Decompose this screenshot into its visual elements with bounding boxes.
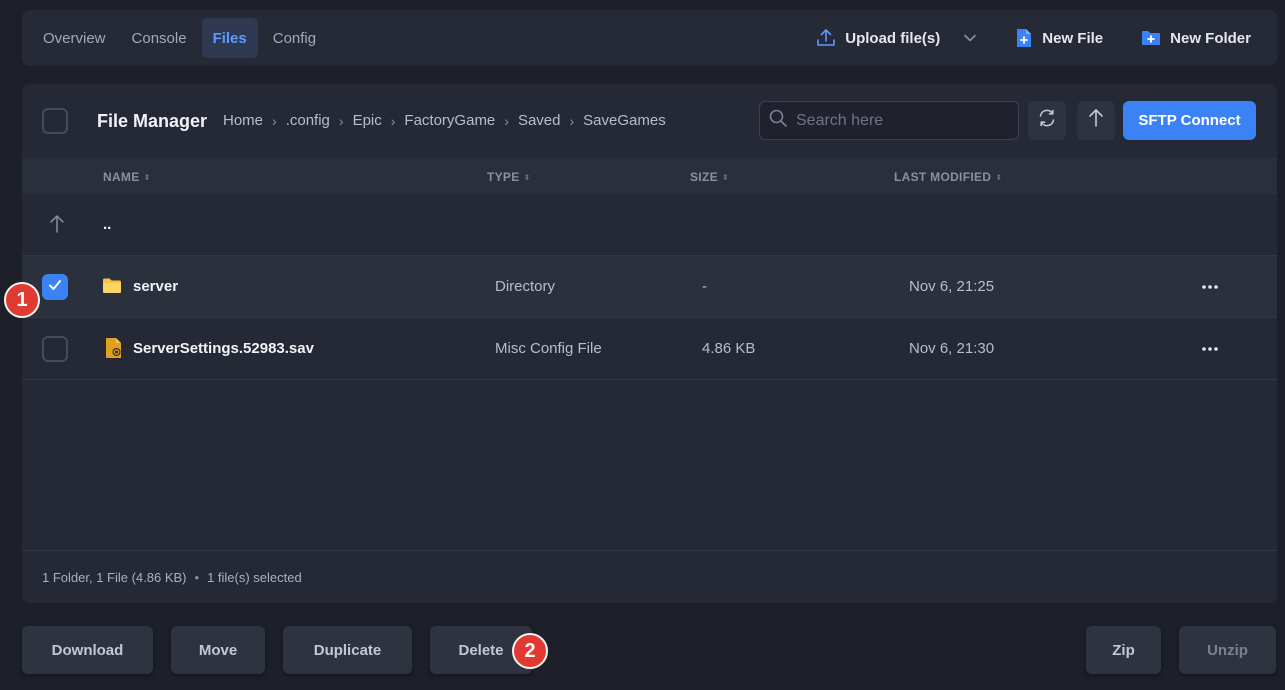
tab-overview[interactable]: Overview — [32, 18, 117, 58]
top-nav: Overview Console Files Config Upload fil… — [22, 10, 1277, 66]
sort-icon: ⬍ — [523, 172, 531, 182]
parent-directory-row[interactable]: .. — [22, 194, 1277, 256]
upload-files-button[interactable]: Upload file(s) — [816, 28, 977, 48]
tab-bar: Overview Console Files Config — [22, 18, 327, 58]
chevron-right-icon: › — [272, 112, 277, 129]
summary-text: 1 Folder, 1 File (4.86 KB) — [42, 569, 187, 585]
separator: • — [194, 569, 200, 585]
unzip-button[interactable]: Unzip — [1179, 626, 1276, 674]
file-size: - — [702, 278, 707, 295]
breadcrumb-epic[interactable]: Epic — [353, 112, 382, 129]
sort-icon: ⬍ — [721, 172, 729, 182]
search-input[interactable] — [796, 111, 996, 130]
column-name-label: NAME — [103, 170, 140, 184]
new-file-icon — [1015, 28, 1033, 48]
step-marker-2: 2 — [512, 633, 548, 669]
file-modified: Nov 6, 21:25 — [909, 278, 995, 295]
status-bar: 1 Folder, 1 File (4.86 KB) • 1 file(s) s… — [22, 550, 1277, 603]
row-checkbox[interactable] — [42, 274, 68, 300]
search-box — [759, 101, 1019, 140]
column-modified-label: LAST MODIFIED — [894, 170, 992, 184]
file-name[interactable]: server — [133, 278, 178, 295]
breadcrumb-home[interactable]: Home — [223, 112, 263, 129]
arrow-up-icon — [1087, 108, 1105, 133]
sftp-connect-button[interactable]: SFTP Connect — [1123, 101, 1256, 140]
table-row[interactable]: ServerSettings.52983.sav Misc Config Fil… — [22, 318, 1277, 380]
column-type-label: TYPE — [487, 170, 520, 184]
chevron-down-icon[interactable] — [963, 33, 977, 43]
new-folder-button[interactable]: New Folder — [1141, 29, 1251, 47]
selection-count: 1 file(s) selected — [207, 569, 302, 585]
tab-files[interactable]: Files — [201, 18, 258, 58]
table-header: NAME ⬍ TYPE ⬍ SIZE ⬍ LAST MODIFIED ⬍ — [22, 158, 1277, 194]
arrow-up-icon — [48, 214, 66, 239]
file-manager-header: File Manager Home › .config › Epic › Fac… — [22, 84, 1277, 158]
new-file-label: New File — [1042, 29, 1104, 47]
file-size: 4.86 KB — [702, 340, 756, 357]
upload-files-label: Upload file(s) — [845, 29, 941, 47]
download-button[interactable]: Download — [22, 626, 153, 674]
column-size[interactable]: SIZE ⬍ — [690, 170, 729, 184]
select-all-checkbox[interactable] — [42, 108, 68, 134]
breadcrumb-saved[interactable]: Saved — [518, 112, 561, 129]
upload-icon — [816, 28, 836, 48]
breadcrumb-factorygame[interactable]: FactoryGame — [404, 112, 495, 129]
search-icon — [768, 108, 788, 133]
more-options-icon[interactable] — [1200, 339, 1220, 364]
table-row[interactable]: server Directory - Nov 6, 21:25 — [22, 256, 1277, 318]
row-checkbox[interactable] — [42, 336, 68, 362]
breadcrumb: Home › .config › Epic › FactoryGame › Sa… — [223, 112, 666, 129]
folder-icon — [102, 277, 122, 300]
breadcrumb-config[interactable]: .config — [286, 112, 330, 129]
new-folder-icon — [1141, 29, 1161, 47]
tab-console[interactable]: Console — [121, 18, 198, 58]
go-up-button[interactable] — [1077, 101, 1115, 140]
duplicate-button[interactable]: Duplicate — [283, 626, 412, 674]
move-button[interactable]: Move — [171, 626, 265, 674]
check-icon — [48, 278, 62, 296]
file-modified: Nov 6, 21:30 — [909, 340, 995, 357]
tab-config[interactable]: Config — [262, 18, 327, 58]
step-marker-1: 1 — [4, 282, 40, 318]
file-type: Misc Config File — [495, 340, 602, 357]
parent-directory-label: .. — [103, 216, 112, 233]
chevron-right-icon: › — [338, 112, 344, 129]
chevron-right-icon: › — [569, 112, 575, 129]
refresh-icon — [1037, 108, 1057, 133]
column-type[interactable]: TYPE ⬍ — [487, 170, 531, 184]
more-options-icon[interactable] — [1200, 277, 1220, 302]
new-folder-label: New Folder — [1170, 29, 1251, 47]
config-file-icon — [105, 337, 123, 364]
file-manager-panel: File Manager Home › .config › Epic › Fac… — [22, 84, 1277, 603]
file-type: Directory — [495, 278, 556, 295]
new-file-button[interactable]: New File — [1015, 28, 1103, 48]
column-size-label: SIZE — [690, 170, 718, 184]
chevron-right-icon: › — [390, 112, 396, 129]
refresh-button[interactable] — [1028, 101, 1066, 140]
zip-button[interactable]: Zip — [1086, 626, 1161, 674]
column-name[interactable]: NAME ⬍ — [103, 170, 151, 184]
file-actions: Upload file(s) New File New Folder — [816, 28, 1277, 48]
file-name[interactable]: ServerSettings.52983.sav — [133, 340, 314, 357]
breadcrumb-savegames[interactable]: SaveGames — [583, 112, 666, 129]
sort-icon: ⬍ — [995, 172, 1003, 182]
page-title: File Manager — [97, 111, 208, 131]
sort-icon: ⬍ — [143, 172, 151, 182]
chevron-right-icon: › — [504, 112, 509, 129]
column-modified[interactable]: LAST MODIFIED ⬍ — [894, 170, 1002, 184]
